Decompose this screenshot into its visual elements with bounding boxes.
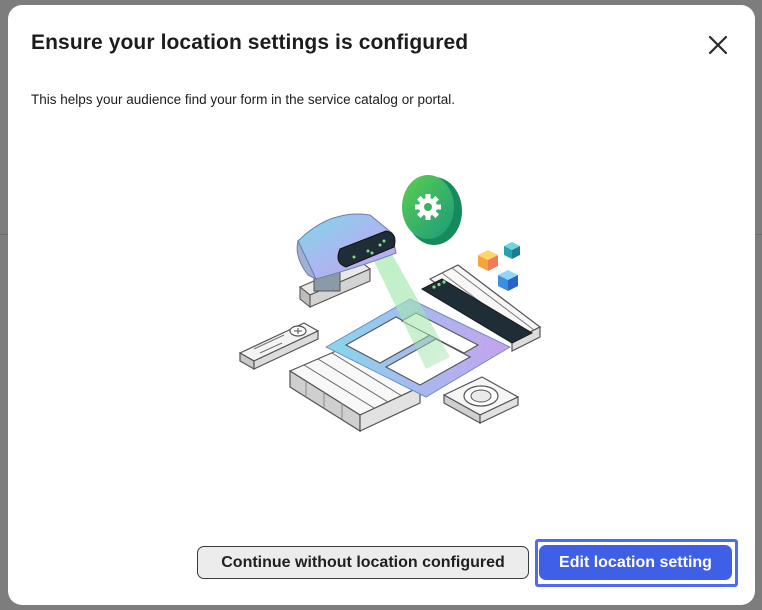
small-panel-shape — [238, 322, 320, 371]
close-icon — [708, 35, 728, 55]
gear-icon — [402, 175, 462, 245]
dialog-title: Ensure your location settings is configu… — [31, 31, 469, 54]
location-settings-dialog: Ensure your location settings is configu… — [8, 5, 755, 605]
continue-without-location-button[interactable]: Continue without location configured — [197, 546, 529, 579]
cube-icon — [478, 242, 520, 291]
dialog-description: This helps your audience find your form … — [31, 92, 455, 107]
close-button[interactable] — [702, 29, 734, 61]
dial-plate-shape — [442, 376, 520, 425]
robot-scanner-illustration — [238, 175, 542, 433]
edit-location-setting-button[interactable]: Edit location setting — [539, 545, 732, 580]
